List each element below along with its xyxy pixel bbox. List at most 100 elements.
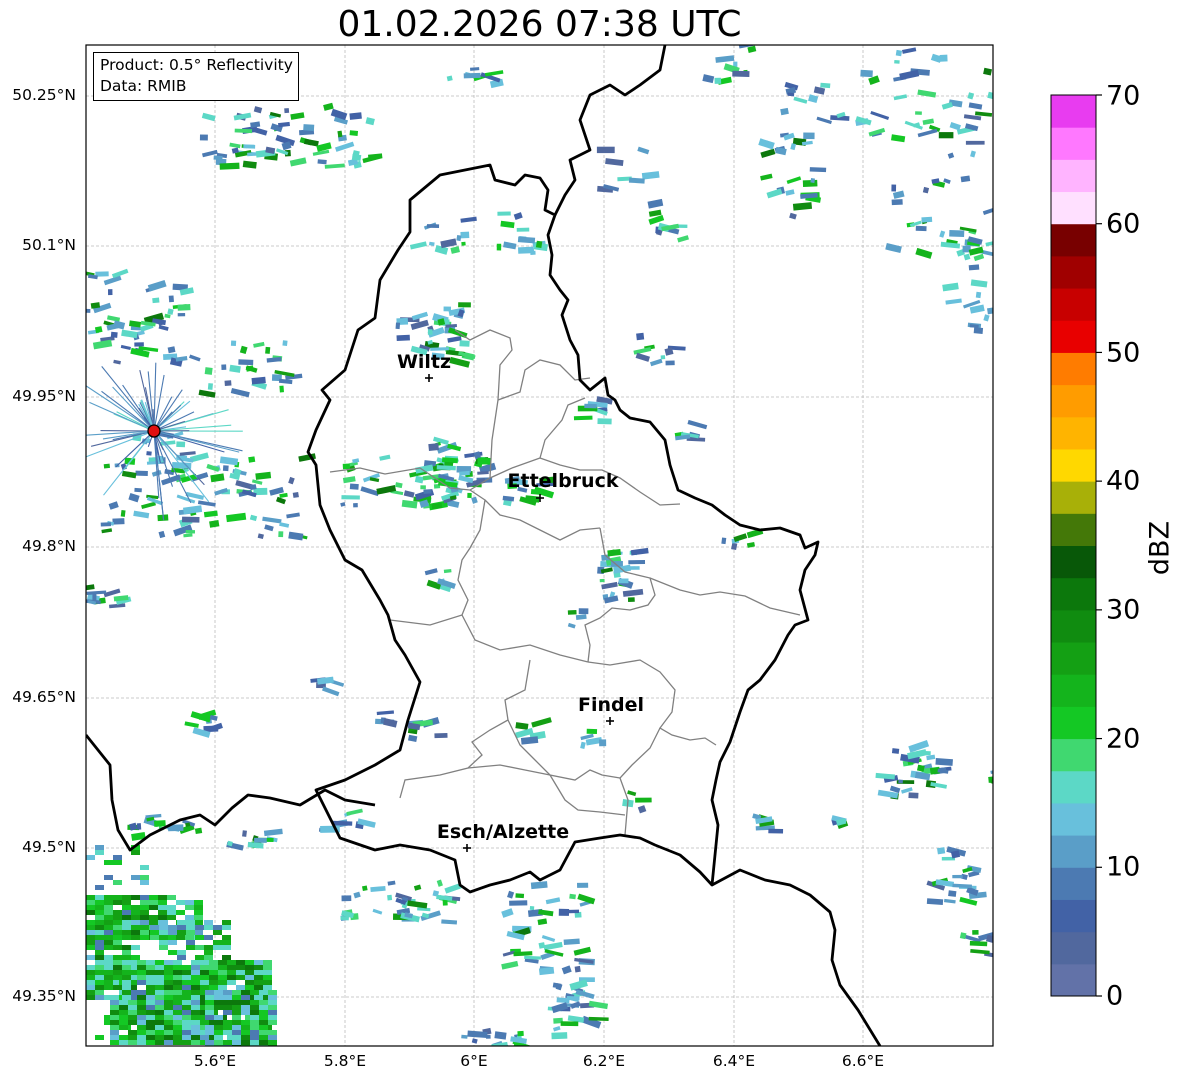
echo-cell — [630, 547, 649, 556]
echo-cell — [618, 578, 629, 584]
echo-cell — [209, 980, 218, 985]
echo-cell — [159, 935, 168, 940]
echo-cell — [259, 1000, 268, 1005]
echo-cell — [597, 418, 612, 425]
colorbar-segment — [1051, 191, 1096, 225]
echo-cell — [104, 915, 113, 920]
echo-cell — [113, 920, 122, 925]
echo-cell — [86, 905, 95, 910]
echo-cell — [191, 965, 200, 970]
echo-cell — [159, 925, 168, 930]
echo-cell — [250, 121, 261, 128]
colorbar-segment — [1051, 963, 1096, 997]
echo-cell — [158, 905, 167, 910]
echo-cell — [467, 492, 472, 498]
echo-cell — [586, 728, 598, 735]
echo-cell — [263, 970, 272, 975]
echo-cell — [131, 875, 140, 880]
colorbar-segment — [1051, 513, 1096, 546]
echo-cell — [183, 533, 193, 538]
echo-cell — [431, 502, 443, 509]
echo-cell — [995, 138, 1015, 149]
echo-cell — [702, 74, 715, 84]
echo-cell — [768, 828, 784, 834]
colorbar-segment — [1051, 609, 1096, 643]
echo-cell — [760, 148, 776, 158]
echo-cell — [122, 965, 131, 970]
echo-cell — [563, 938, 580, 945]
echo-cell — [279, 522, 290, 528]
lat-label: 49.95°N — [12, 387, 76, 405]
echo-cell — [95, 990, 104, 995]
echo-cell — [164, 1040, 173, 1045]
echo-cell — [104, 900, 113, 905]
echo-cell — [110, 1025, 119, 1030]
echo-cell — [892, 190, 905, 199]
echo-cell — [140, 895, 149, 900]
echo-cell — [219, 456, 239, 466]
echo-cell — [809, 167, 827, 173]
echo-cell — [182, 990, 191, 995]
echo-cell — [992, 149, 993, 157]
echo-cell — [803, 132, 815, 140]
echo-cell — [95, 1035, 104, 1040]
echo-cell — [205, 1040, 214, 1045]
echo-cell — [150, 930, 159, 935]
echo-cell — [213, 925, 222, 930]
echo-cell — [423, 489, 432, 494]
echo-cell — [131, 920, 140, 925]
echo-cell — [563, 909, 580, 914]
echo-cell — [155, 960, 164, 965]
echo-cell — [573, 415, 593, 421]
echo-cell — [128, 1005, 137, 1010]
echo-cell — [131, 925, 140, 930]
echo-cell — [278, 531, 284, 538]
echo-cell — [987, 305, 993, 315]
echo-cell — [254, 985, 263, 990]
echo-cell — [214, 1000, 223, 1005]
echo-cell — [173, 960, 182, 965]
echo-cell — [227, 975, 236, 980]
echo-cell — [128, 493, 140, 503]
echo-cell — [141, 501, 156, 509]
echo-cell — [229, 142, 241, 149]
echo-cell — [1009, 87, 1025, 97]
echo-cell — [146, 975, 155, 980]
echo-cell — [177, 930, 186, 935]
echo-cell — [191, 1000, 200, 1005]
colorbar-segment — [1051, 223, 1096, 257]
echo-cell — [569, 893, 576, 900]
echo-cell — [222, 955, 231, 960]
echo-cell — [254, 965, 263, 970]
echo-cell — [545, 897, 561, 905]
echo-cell — [155, 995, 164, 1000]
echo-cell — [501, 960, 519, 970]
echo-cell — [155, 1000, 164, 1005]
echo-cell — [191, 970, 200, 975]
echo-cell — [110, 1040, 119, 1045]
echo-cell — [248, 456, 256, 463]
echo-cell — [787, 92, 795, 97]
echo-cell — [185, 935, 194, 940]
echo-cell — [186, 920, 195, 925]
echo-cell — [146, 1010, 155, 1015]
echo-cell — [95, 995, 104, 1000]
echo-cell — [323, 102, 334, 111]
echo-cell — [191, 1030, 200, 1035]
echo-cell — [146, 980, 155, 985]
echo-cell — [173, 1000, 182, 1005]
echo-cell — [133, 510, 150, 519]
lat-label: 49.5°N — [22, 838, 76, 856]
echo-cell — [86, 935, 95, 940]
echo-cell — [407, 900, 428, 909]
echo-cell — [816, 116, 832, 125]
echo-cell — [780, 107, 789, 116]
echo-cell — [95, 950, 104, 955]
echo-cell — [875, 772, 896, 780]
echo-cell — [164, 1005, 173, 1010]
colorbar-segment — [1051, 770, 1096, 804]
echo-cell — [119, 1000, 128, 1005]
echo-cell — [191, 960, 200, 965]
echo-cell — [471, 496, 478, 504]
echo-cell — [605, 158, 624, 167]
